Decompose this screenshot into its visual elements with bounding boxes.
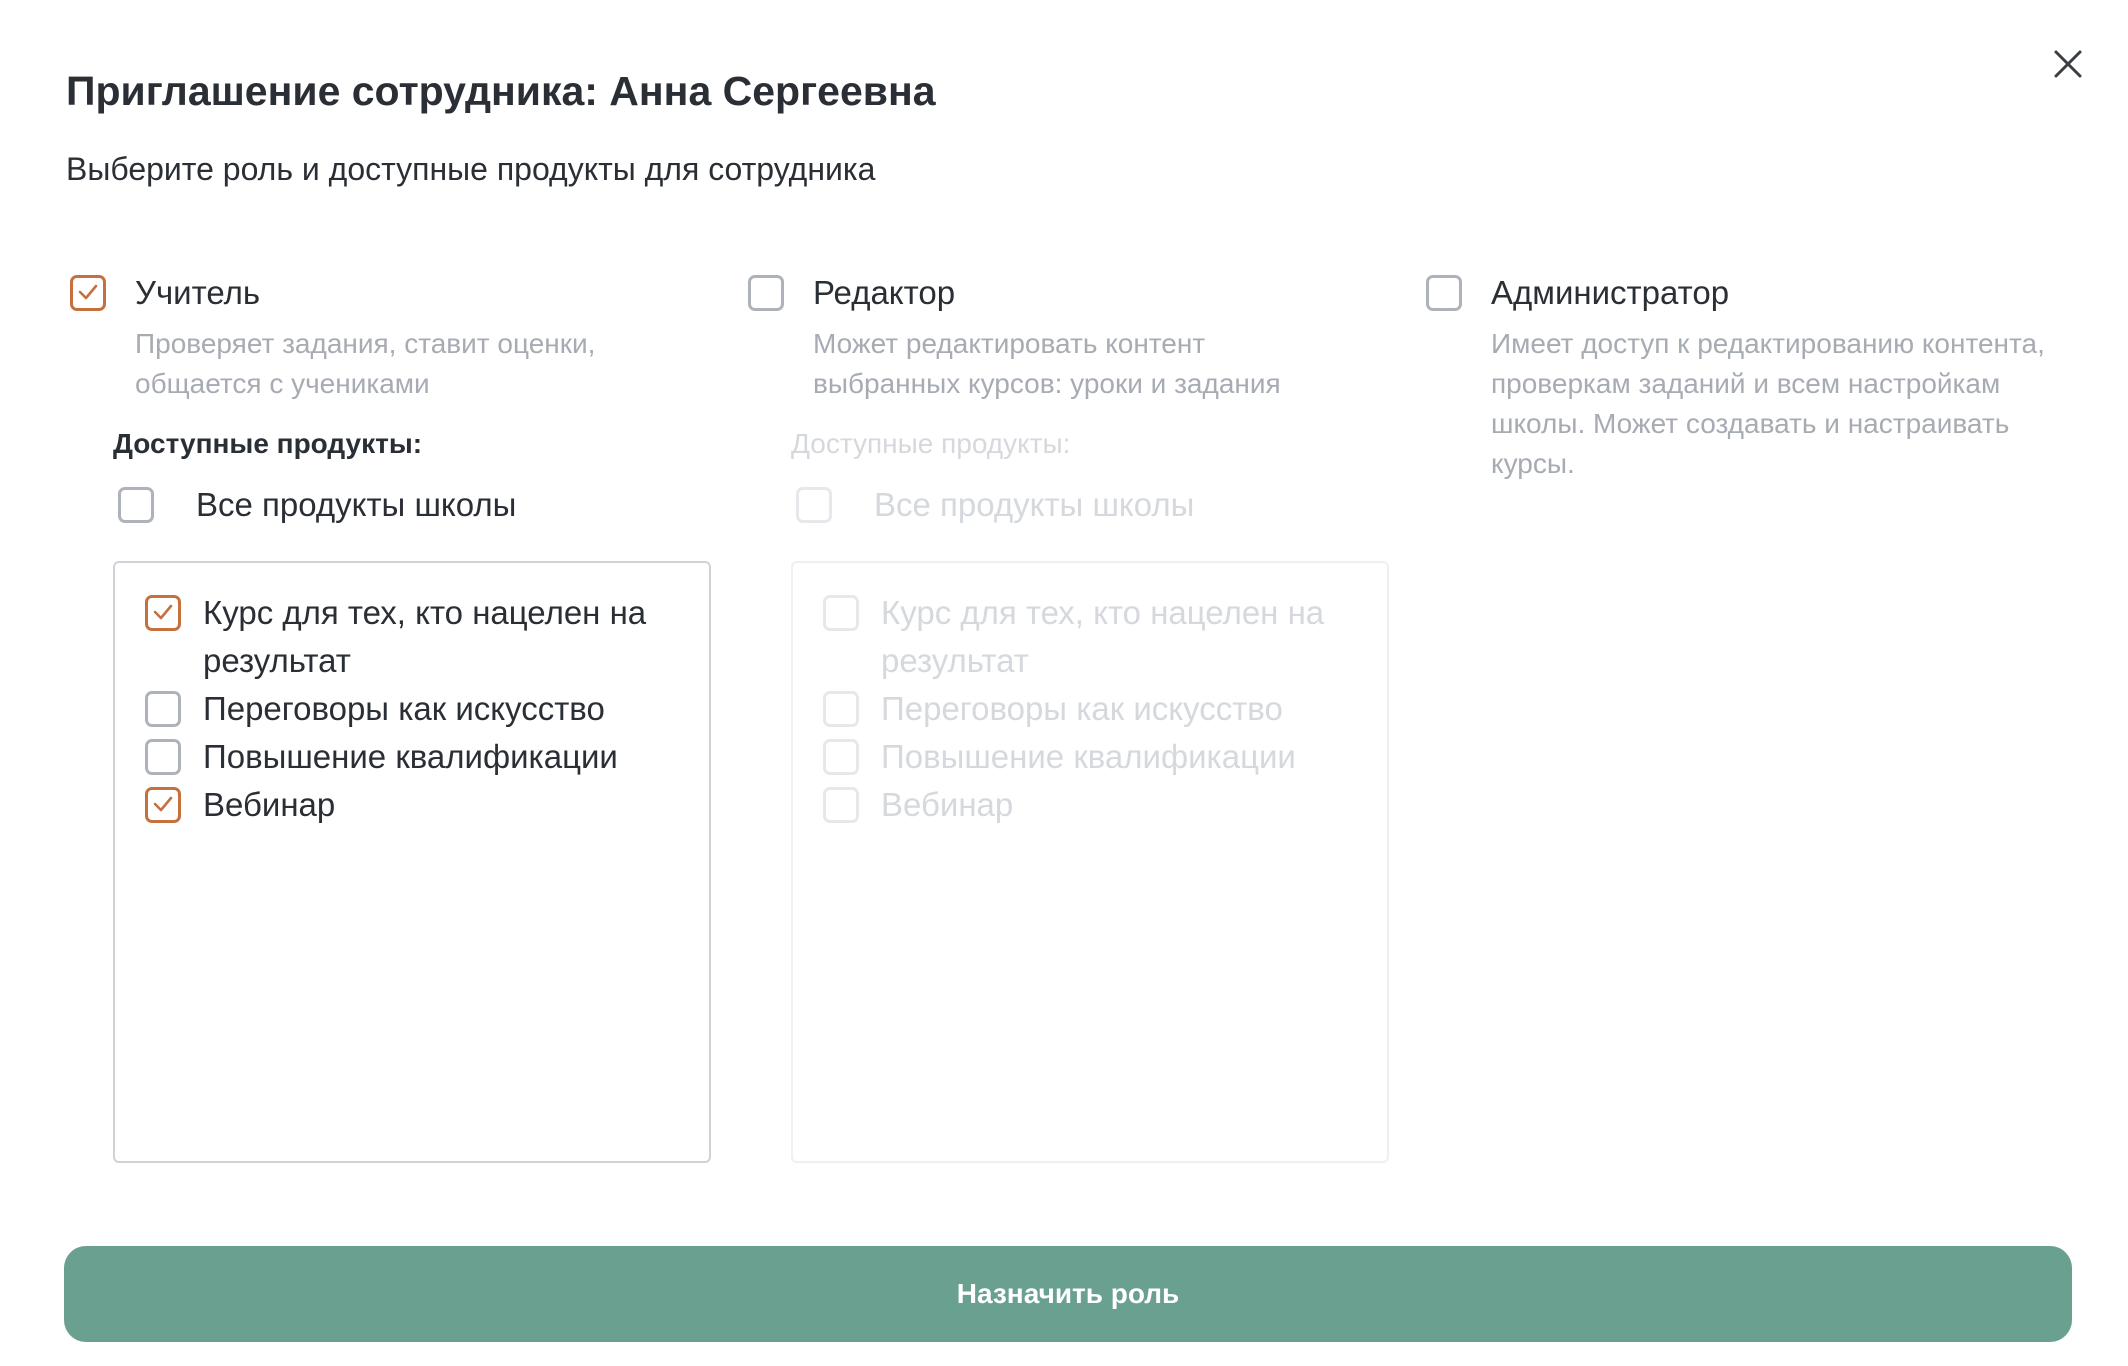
checkmark-icon <box>153 604 173 620</box>
role-editor: Редактор Может редактировать контент выб… <box>748 274 1368 404</box>
role-administrator-name: Администратор <box>1491 274 1730 311</box>
role-teacher: Учитель Проверяет задания, ставит оценки… <box>70 274 690 404</box>
product-checkbox[interactable] <box>145 787 181 823</box>
product-checkbox[interactable] <box>145 691 181 727</box>
invite-employee-dialog: Приглашение сотрудника: Анна Сергеевна В… <box>0 0 2128 1366</box>
product-item[interactable]: Повышение квалификации <box>145 733 709 781</box>
role-administrator-toggle[interactable]: Администратор <box>1426 274 2066 312</box>
product-label: Переговоры как искусство <box>881 690 1283 727</box>
product-checkbox <box>823 739 859 775</box>
dialog-title: Приглашение сотрудника: Анна Сергеевна <box>66 68 936 114</box>
product-label: Вебинар <box>881 786 1014 823</box>
teacher-all-products-checkbox[interactable] <box>118 487 154 523</box>
teacher-products-label: Доступные продукты: <box>113 428 423 459</box>
product-checkbox <box>823 691 859 727</box>
editor-products-label: Доступные продукты: <box>791 428 1071 459</box>
product-label: Повышение квалификации <box>203 738 618 775</box>
close-icon <box>2054 50 2082 78</box>
role-editor-name: Редактор <box>813 274 956 311</box>
editor-all-products-option: Все продукты школы <box>796 486 1194 524</box>
teacher-all-products-label: Все продукты школы <box>196 486 517 523</box>
editor-products-list: Курс для тех, кто нацелен на результат П… <box>791 561 1389 1163</box>
role-teacher-description: Проверяет задания, ставит оценки, общает… <box>135 328 596 399</box>
checkmark-icon <box>153 796 173 812</box>
product-item: Вебинар <box>823 781 1387 829</box>
product-item[interactable]: Курс для тех, кто нацелен на результат <box>145 589 709 685</box>
product-item: Курс для тех, кто нацелен на результат <box>823 589 1387 685</box>
product-item[interactable]: Переговоры как искусство <box>145 685 709 733</box>
role-teacher-toggle[interactable]: Учитель <box>70 274 690 312</box>
role-administrator-description: Имеет доступ к редактированию контента, … <box>1491 328 2045 479</box>
product-item: Повышение квалификации <box>823 733 1387 781</box>
role-editor-checkbox[interactable] <box>748 275 784 311</box>
product-checkbox[interactable] <box>145 595 181 631</box>
product-item[interactable]: Вебинар <box>145 781 709 829</box>
role-teacher-checkbox[interactable] <box>70 275 106 311</box>
product-checkbox[interactable] <box>145 739 181 775</box>
product-label: Курс для тех, кто нацелен на результат <box>881 594 1325 679</box>
product-checkbox <box>823 787 859 823</box>
product-checkbox <box>823 595 859 631</box>
role-editor-description: Может редактировать контент выбранных ку… <box>813 328 1281 399</box>
product-label: Переговоры как искусство <box>203 690 605 727</box>
product-label: Вебинар <box>203 786 336 823</box>
editor-all-products-checkbox <box>796 487 832 523</box>
teacher-all-products-option[interactable]: Все продукты школы <box>118 486 516 524</box>
checkmark-icon <box>78 284 98 300</box>
product-label: Повышение квалификации <box>881 738 1296 775</box>
dialog-subtitle: Выберите роль и доступные продукты для с… <box>66 151 876 187</box>
product-label: Курс для тех, кто нацелен на результат <box>203 594 647 679</box>
role-administrator: Администратор Имеет доступ к редактирова… <box>1426 274 2066 484</box>
close-button[interactable] <box>2048 44 2088 84</box>
editor-all-products-label: Все продукты школы <box>874 486 1195 523</box>
role-administrator-checkbox[interactable] <box>1426 275 1462 311</box>
role-editor-toggle[interactable]: Редактор <box>748 274 1368 312</box>
assign-role-button[interactable]: Назначить роль <box>64 1246 2072 1342</box>
role-teacher-name: Учитель <box>135 274 261 311</box>
product-item: Переговоры как искусство <box>823 685 1387 733</box>
teacher-products-list: Курс для тех, кто нацелен на результат П… <box>113 561 711 1163</box>
